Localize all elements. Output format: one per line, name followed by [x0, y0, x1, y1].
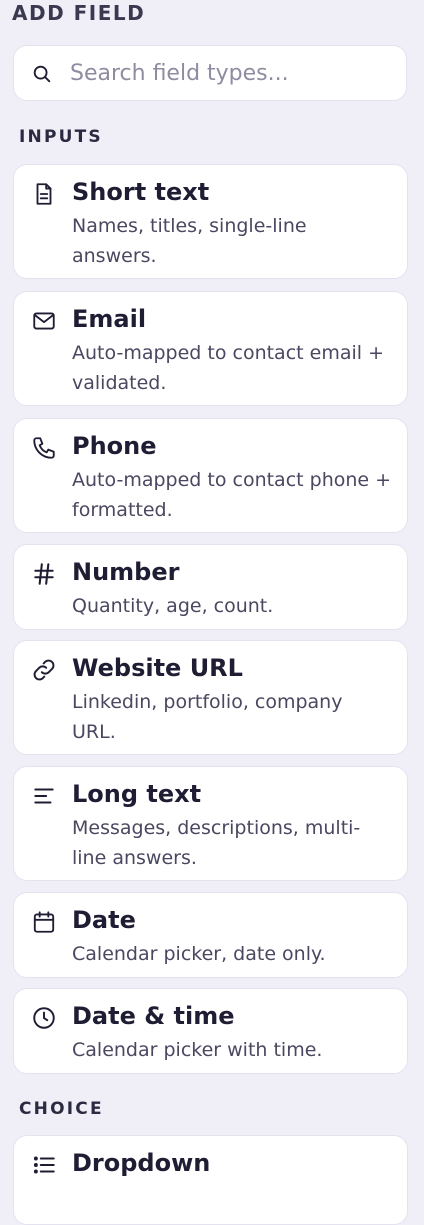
field-type-long-text[interactable]: Long text Messages, descriptions, multi-… — [13, 766, 408, 881]
field-type-date[interactable]: Date Calendar picker, date only. — [13, 892, 408, 978]
hash-icon — [31, 561, 57, 587]
field-type-description: Names, titles, single-line answers. — [72, 215, 307, 267]
field-type-dropdown[interactable]: Dropdown — [13, 1135, 408, 1225]
phone-icon — [31, 435, 57, 461]
field-type-description: Calendar picker with time. — [72, 1039, 323, 1061]
field-type-name: Dropdown — [72, 1149, 211, 1177]
section-label-choice: CHOICE — [19, 1099, 104, 1119]
field-type-phone[interactable]: Phone Auto-mapped to contact phone + for… — [13, 418, 408, 533]
search-box[interactable] — [13, 45, 407, 101]
field-type-short-text[interactable]: Short text Names, titles, single-line an… — [13, 164, 408, 279]
document-icon — [31, 181, 57, 207]
field-type-description: Auto-mapped to contact phone + formatted… — [72, 469, 392, 521]
field-type-name: Short text — [72, 178, 210, 206]
field-type-name: Phone — [72, 432, 157, 460]
field-type-name: Date & time — [72, 1002, 235, 1030]
panel-title: ADD FIELD — [12, 1, 146, 25]
section-label-inputs: INPUTS — [19, 127, 103, 147]
field-type-number[interactable]: Number Quantity, age, count. — [13, 544, 408, 630]
field-type-date-time[interactable]: Date & time Calendar picker with time. — [13, 988, 408, 1074]
field-type-description: Messages, descriptions, multi-line answe… — [72, 817, 361, 869]
field-type-name: Date — [72, 906, 136, 934]
mail-icon — [31, 308, 57, 334]
field-type-name: Website URL — [72, 654, 243, 682]
search-icon — [31, 63, 53, 85]
field-type-website-url[interactable]: Website URL Linkedin, portfolio, company… — [13, 640, 408, 755]
field-type-description: Auto-mapped to contact email + validated… — [72, 342, 384, 394]
field-type-name: Long text — [72, 780, 202, 808]
field-type-description: Calendar picker, date only. — [72, 943, 326, 965]
search-input[interactable] — [70, 54, 390, 92]
align-left-icon — [31, 783, 57, 809]
list-icon — [31, 1152, 57, 1178]
calendar-icon — [31, 909, 57, 935]
clock-icon — [31, 1005, 57, 1031]
field-type-name: Email — [72, 305, 147, 333]
link-icon — [31, 657, 57, 683]
field-type-email[interactable]: Email Auto-mapped to contact email + val… — [13, 291, 408, 406]
field-type-description: Linkedin, portfolio, company URL. — [72, 691, 343, 743]
field-type-name: Number — [72, 558, 180, 586]
field-type-description: Quantity, age, count. — [72, 595, 274, 617]
